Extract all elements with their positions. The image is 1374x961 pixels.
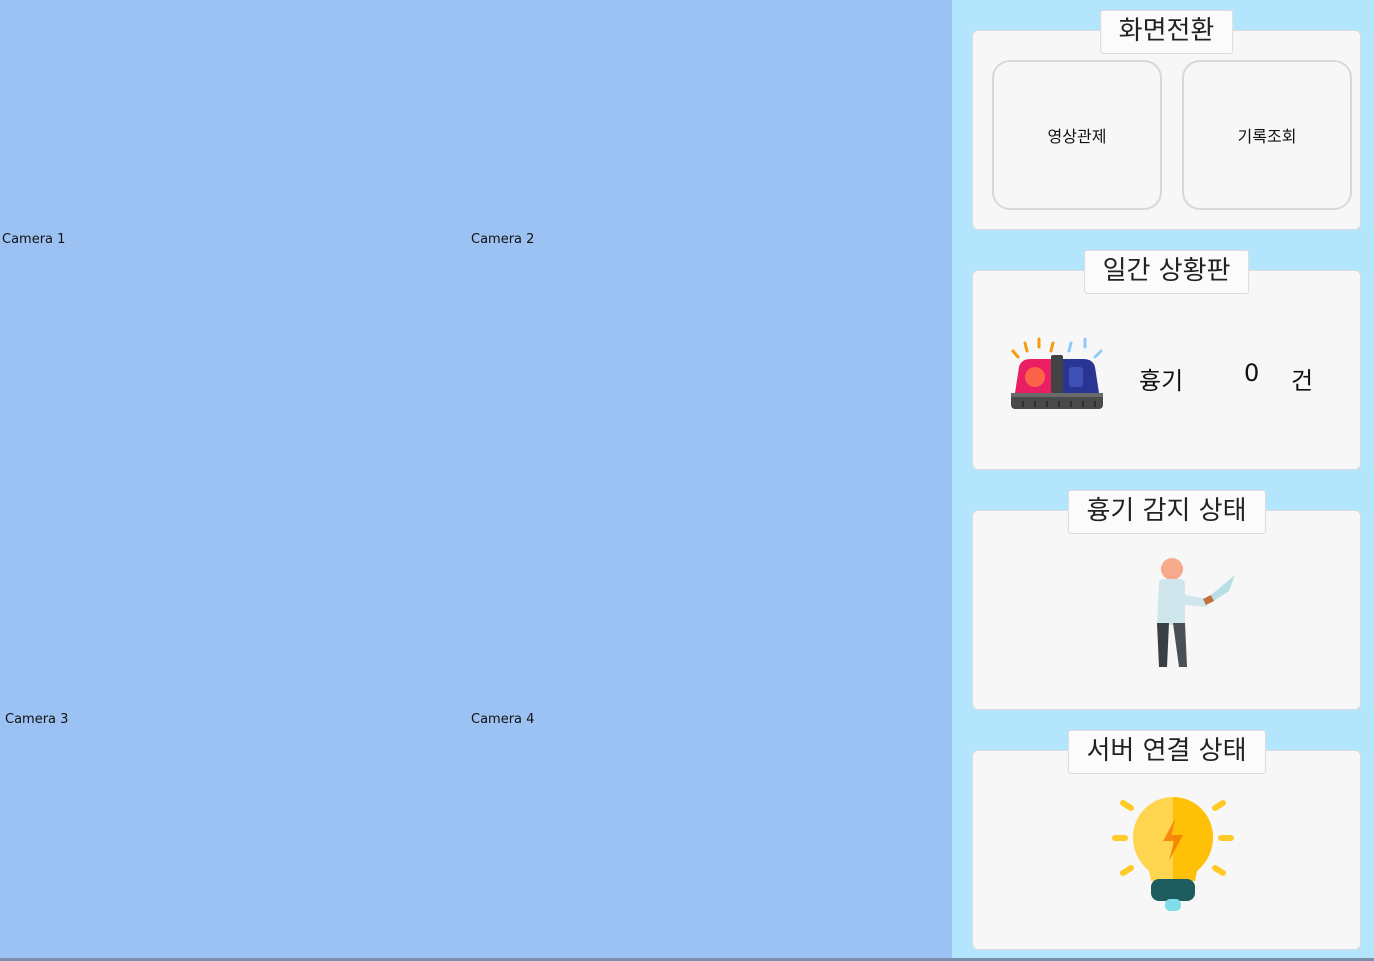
video-control-button[interactable]: 영상관제 (992, 60, 1162, 210)
lightbulb-icon (1111, 791, 1235, 917)
weapon-detect-group: 흉기 감지 상태 (972, 490, 1361, 710)
server-status-group: 서버 연결 상태 (972, 730, 1361, 950)
screen-switch-group: 화면전환 영상관제 기록조회 (972, 10, 1361, 230)
weapon-detect-title: 흉기 감지 상태 (1067, 490, 1266, 534)
server-status-title: 서버 연결 상태 (1067, 730, 1266, 774)
app-window: Camera 1 Camera 2 Camera 3 Camera 4 화면전환… (0, 0, 1374, 961)
daily-board-title: 일간 상황판 (1083, 250, 1250, 294)
camera-grid: Camera 1 Camera 2 Camera 3 Camera 4 (0, 0, 952, 961)
camera-4-label: Camera 4 (471, 712, 535, 727)
daily-board-group: 일간 상황판 흉기 0 건 (972, 250, 1361, 470)
siren-icon (1009, 337, 1105, 413)
weapon-label: 흉기 (1139, 367, 1184, 395)
person-with-knife-icon (1139, 555, 1239, 675)
side-panel: 화면전환 영상관제 기록조회 일간 상황판 흉기 0 건 흉기 감지 상태 서버… (952, 0, 1374, 961)
camera-3-label: Camera 3 (5, 712, 69, 727)
camera-2-label: Camera 2 (471, 232, 535, 247)
record-query-button[interactable]: 기록조회 (1182, 60, 1352, 210)
weapon-count: 0 (1244, 359, 1260, 387)
count-unit: 건 (1291, 367, 1314, 395)
camera-1-label: Camera 1 (2, 232, 66, 247)
screen-switch-title: 화면전환 (1099, 10, 1234, 54)
